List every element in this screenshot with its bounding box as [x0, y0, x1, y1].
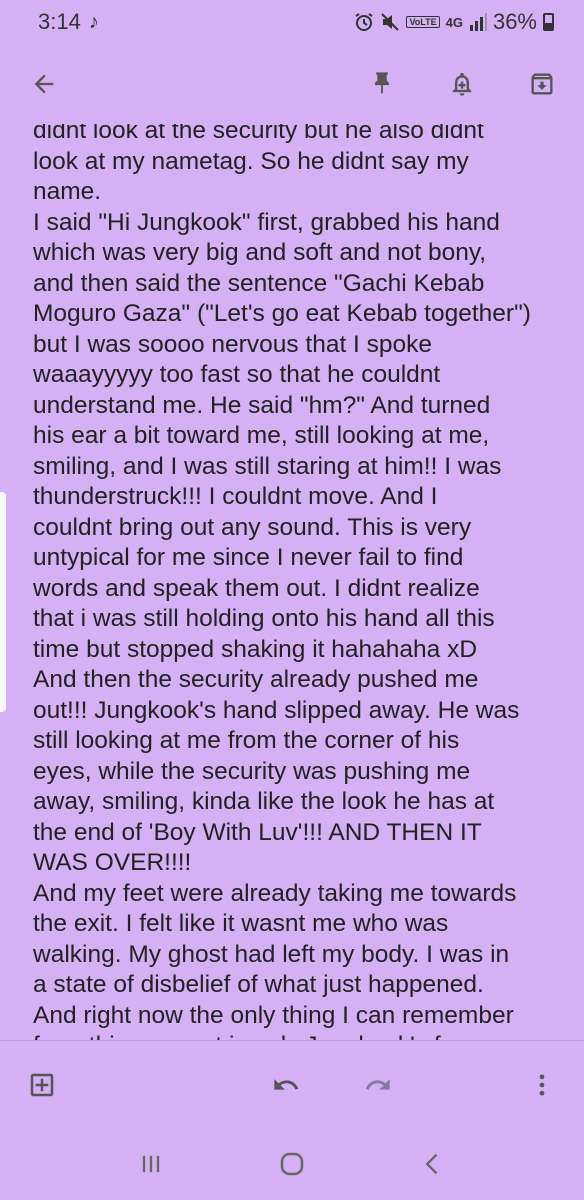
music-note-icon: ♪	[88, 10, 99, 33]
note-line: waaayyyyy too fast so that he couldnt	[33, 361, 441, 388]
note-line: didnt look at the security but he also d…	[33, 124, 484, 144]
note-line: and then said the sentence "Gachi Kebab	[33, 269, 485, 297]
note-line: words and speak them out. I didnt realiz…	[33, 574, 480, 602]
archive-button[interactable]	[520, 62, 564, 106]
note-line: eyes, while the security was pushing me	[33, 757, 471, 785]
note-line: out!!! Jungkook's hand slipped away. He …	[33, 696, 520, 724]
undo-icon	[274, 1079, 299, 1090]
alarm-icon	[355, 13, 373, 31]
volte-badge: VoLTE	[406, 16, 440, 28]
app-bar	[0, 44, 584, 124]
status-bar: 3:14 ♪ VoLTE 4G 36%	[0, 0, 584, 44]
pin-icon	[375, 72, 389, 94]
note-actions	[360, 62, 564, 106]
recents-icon	[142, 1155, 159, 1173]
note-line: untypical for me since I never fail to f…	[33, 544, 464, 571]
archive-icon	[531, 73, 553, 95]
pin-button[interactable]	[360, 62, 404, 106]
note-line: the end of 'Boy With Luv'!!! AND THEN IT	[33, 818, 482, 846]
more-vert-icon	[539, 1074, 545, 1096]
note-line: thunderstruck!!! I couldnt move. And I	[33, 483, 438, 510]
battery-percent: 36%	[492, 9, 537, 34]
note-body[interactable]: didnt look at the security but he also d…	[0, 124, 584, 1040]
status-icons: VoLTE 4G 36%	[354, 9, 554, 35]
bell-plus-icon	[452, 72, 472, 96]
note-line: smiling, and I was still staring at him!…	[33, 452, 502, 480]
more-options-button[interactable]	[520, 1063, 564, 1107]
note-line: And then the security already pushed me	[33, 666, 479, 693]
recents-button[interactable]	[129, 1142, 173, 1186]
note-line: Moguro Gaza" ("Let's go eat Kebab togeth…	[33, 300, 531, 327]
note-line: I said "Hi Jungkook" first, grabbed his …	[33, 208, 500, 236]
note-line: from this moment is only Jungkook's face	[33, 1031, 563, 1040]
reminder-button[interactable]	[440, 62, 484, 106]
arrow-left-icon	[34, 74, 54, 94]
battery-icon	[543, 13, 554, 31]
home-button[interactable]	[270, 1142, 314, 1186]
scroll-handle[interactable]	[0, 492, 6, 712]
system-nav-bar	[0, 1128, 584, 1200]
plus-box-icon	[30, 1073, 54, 1097]
note-line: his ear a bit toward me, still looking a…	[33, 422, 490, 449]
note-line: away, smiling, kinda like the look he ha…	[33, 788, 495, 815]
redo-button[interactable]	[356, 1063, 400, 1107]
note-line: WAS OVER!!!!	[33, 849, 192, 876]
note-line: understand me. He said "hm?" And turned	[33, 391, 491, 419]
note-line: look at my nametag. So he didnt say my	[33, 147, 469, 175]
note-line: walking. My ghost had left my body. I wa…	[33, 940, 510, 968]
editor-toolbar	[0, 1041, 584, 1129]
status-time: 3:14	[38, 9, 81, 34]
note-line: the exit. I felt like it wasnt me who wa…	[33, 910, 449, 937]
home-icon	[280, 1152, 304, 1176]
chevron-left-icon	[425, 1153, 438, 1175]
note-line: that i was still holding onto his hand a…	[33, 605, 495, 632]
back-button[interactable]	[20, 60, 68, 108]
note-line: couldnt bring out any sound. This is ver…	[33, 513, 472, 541]
note-line: And my feet were already taking me towar…	[33, 879, 517, 907]
note-line: still looking at me from the corner of h…	[33, 727, 460, 754]
note-line: a state of disbelief of what just happen…	[33, 971, 484, 998]
note-text[interactable]: didnt look at the security but he also d…	[33, 124, 563, 1040]
signal-icon	[469, 13, 487, 31]
note-line: name.	[33, 178, 102, 205]
note-line: time but stopped shaking it hahahaha xD	[33, 635, 478, 663]
note-line: but I was soooo nervous that I spoke	[33, 330, 433, 358]
mute-icon	[381, 13, 400, 31]
undo-button[interactable]	[264, 1063, 308, 1107]
network-type: 4G	[445, 14, 463, 30]
note-line: which was very big and soft and not bony…	[33, 239, 487, 266]
add-button[interactable]	[20, 1063, 64, 1107]
redo-icon	[365, 1079, 390, 1090]
note-line: And right now the only thing I can remem…	[33, 1001, 514, 1029]
system-back-button[interactable]	[411, 1142, 455, 1186]
undo-redo-group	[264, 1063, 400, 1107]
